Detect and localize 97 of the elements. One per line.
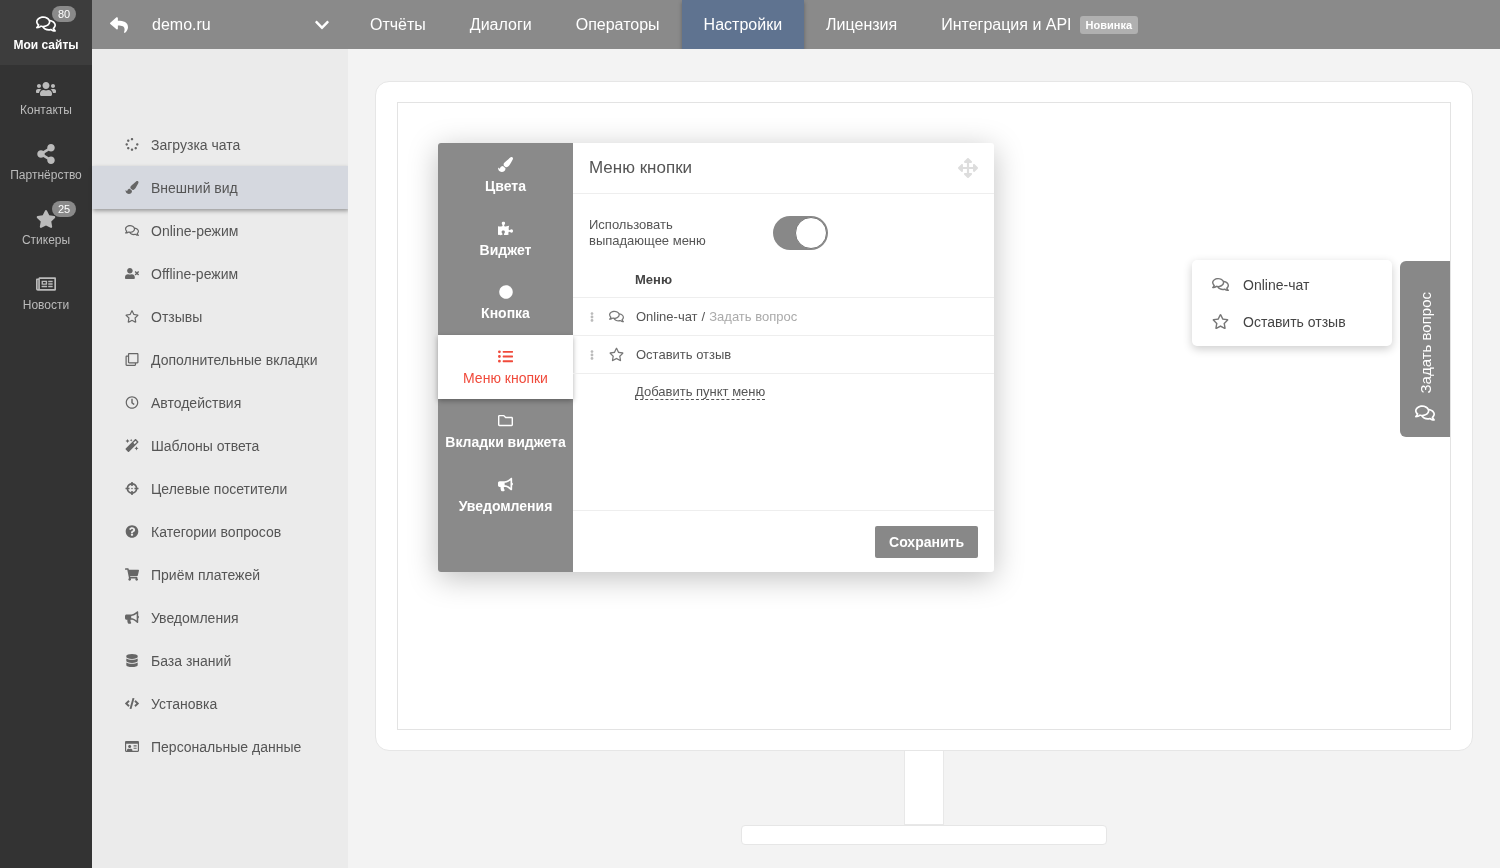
settings-menu-item[interactable]: База знаний xyxy=(92,639,348,682)
settings-menu-item[interactable]: Отзывы xyxy=(92,295,348,338)
settings-menu-item[interactable]: Категории вопросов xyxy=(92,510,348,553)
settings-menu-item[interactable]: Шаблоны ответа xyxy=(92,424,348,467)
rail-item[interactable]: Контакты xyxy=(0,65,92,130)
crosshair-icon xyxy=(125,482,139,495)
star-icon xyxy=(1212,313,1229,330)
rail-label: Мои сайты xyxy=(13,37,79,52)
chat-icon xyxy=(1212,276,1229,293)
star-icon xyxy=(609,347,624,362)
star-icon xyxy=(125,310,139,323)
nav-tab[interactable]: Настройки xyxy=(681,0,805,49)
new-badge: Новинка xyxy=(1079,15,1139,34)
rail-item[interactable]: Новости xyxy=(0,260,92,325)
share-icon xyxy=(36,143,56,164)
megaphone-icon xyxy=(125,611,139,624)
dialog-tab-label: Меню кнопки xyxy=(463,369,548,386)
dialog-tab[interactable]: Уведомления xyxy=(438,463,573,527)
nav-tab-label: Интеграция и API xyxy=(941,15,1072,34)
site-name[interactable]: demo.ru xyxy=(152,15,290,34)
settings-menu-item[interactable]: Уведомления xyxy=(92,596,348,639)
count-badge: 80 xyxy=(52,6,77,22)
dialog-tab[interactable]: Кнопка xyxy=(438,271,573,335)
dialog-tab-label: Вкладки виджета xyxy=(445,433,566,450)
rail-label: Новости xyxy=(22,297,70,312)
chat-icon xyxy=(125,224,139,237)
chat-icon xyxy=(609,309,624,324)
nav-tab-label: Настройки xyxy=(703,15,783,34)
rail-item[interactable]: Мои сайты 80 xyxy=(0,0,92,65)
menu-heading: Меню xyxy=(573,250,994,298)
dialog-tab-label: Виджет xyxy=(479,241,532,258)
chat-icon xyxy=(1415,403,1435,423)
save-button[interactable]: Сохранить xyxy=(875,525,978,558)
rail-item[interactable]: Партнёрство xyxy=(0,130,92,195)
popup-item-label: Online-чат xyxy=(1243,276,1310,293)
dialog-title: Меню кнопки xyxy=(589,158,693,178)
rail-label: Контакты xyxy=(20,102,72,117)
brush-icon xyxy=(498,156,513,172)
database-icon xyxy=(125,654,139,667)
count-badge: 25 xyxy=(52,201,77,217)
list-icon xyxy=(498,348,513,364)
nav-tab[interactable]: Отчёты xyxy=(348,0,448,49)
toggle-label: Использовать выпадающее меню xyxy=(589,217,707,249)
back-icon[interactable] xyxy=(110,15,128,34)
user-x-icon xyxy=(125,267,139,280)
rail-label: Партнёрство xyxy=(10,167,82,182)
settings-menu-item[interactable]: Offline-режим xyxy=(92,252,348,295)
code-icon xyxy=(125,697,139,710)
dialog-tab[interactable]: Вкладки виджета xyxy=(438,399,573,463)
nav-tab[interactable]: Интеграция и API Новинка xyxy=(919,0,1161,49)
settings-menu-item[interactable]: Установка xyxy=(92,682,348,725)
rail-item[interactable]: Стикеры 25 xyxy=(0,195,92,260)
popup-menu-item[interactable]: Оставить отзыв xyxy=(1192,303,1392,340)
toggle-switch[interactable] xyxy=(773,216,828,250)
popup-item-label: Оставить отзыв xyxy=(1243,313,1346,330)
nav-tab[interactable]: Диалоги xyxy=(447,0,554,49)
circle-icon xyxy=(498,285,513,299)
dialog-tab-label: Кнопка xyxy=(481,305,530,321)
settings-menu-item[interactable]: Дополнительные вкладки xyxy=(92,338,348,381)
id-card-icon xyxy=(125,740,139,753)
nav-tab-label: Диалоги xyxy=(469,15,532,34)
puzzle-icon xyxy=(498,220,513,236)
dialog-tab[interactable]: Виджет xyxy=(438,207,573,271)
menu-item-label: Оставить отзыв xyxy=(636,347,732,362)
nav-tab-label: Лицензия xyxy=(826,15,898,34)
ask-question-tab[interactable]: Задать вопрос xyxy=(1400,261,1450,437)
copy-icon xyxy=(125,353,139,366)
folder-icon xyxy=(498,412,513,428)
brush-icon xyxy=(125,181,139,194)
dialog-tab-label: Уведомления xyxy=(458,497,553,514)
settings-menu-item[interactable]: Загрузка чата xyxy=(92,123,348,166)
settings-menu-item[interactable]: Персональные данные xyxy=(92,725,348,768)
megaphone-icon xyxy=(498,476,513,492)
popup-menu-item[interactable]: Online-чат xyxy=(1192,266,1392,303)
menu-item-label: Online-чат / Задать вопрос xyxy=(636,309,798,324)
nav-tab[interactable]: Лицензия xyxy=(804,0,920,49)
settings-menu-item[interactable]: Автодействия xyxy=(92,381,348,424)
cart-icon xyxy=(125,568,139,581)
question-icon xyxy=(125,525,139,538)
dialog-tab[interactable]: Меню кнопки xyxy=(438,335,573,399)
chat-icon xyxy=(36,13,56,34)
settings-menu-item[interactable]: Целевые посетители xyxy=(92,467,348,510)
spinner-icon xyxy=(125,138,139,151)
star-icon xyxy=(36,208,56,229)
nav-tab-label: Отчёты xyxy=(370,15,426,34)
settings-menu-item[interactable]: Online-режим xyxy=(92,209,348,252)
settings-menu-item[interactable]: Приём платежей xyxy=(92,553,348,596)
nav-tab-label: Операторы xyxy=(575,15,660,34)
dialog-tab-label: Цвета xyxy=(485,177,526,194)
rail-label: Стикеры xyxy=(21,232,71,247)
settings-menu-item[interactable]: Внешний вид xyxy=(92,166,348,209)
wand-icon xyxy=(125,439,139,452)
clock-icon xyxy=(125,396,139,409)
dialog-tab[interactable]: Цвета xyxy=(438,143,573,207)
add-menu-item-link[interactable]: Добавить пункт меню xyxy=(635,384,766,400)
tab-label: Задать вопрос xyxy=(1416,291,1434,393)
nav-tab[interactable]: Операторы xyxy=(553,0,682,49)
